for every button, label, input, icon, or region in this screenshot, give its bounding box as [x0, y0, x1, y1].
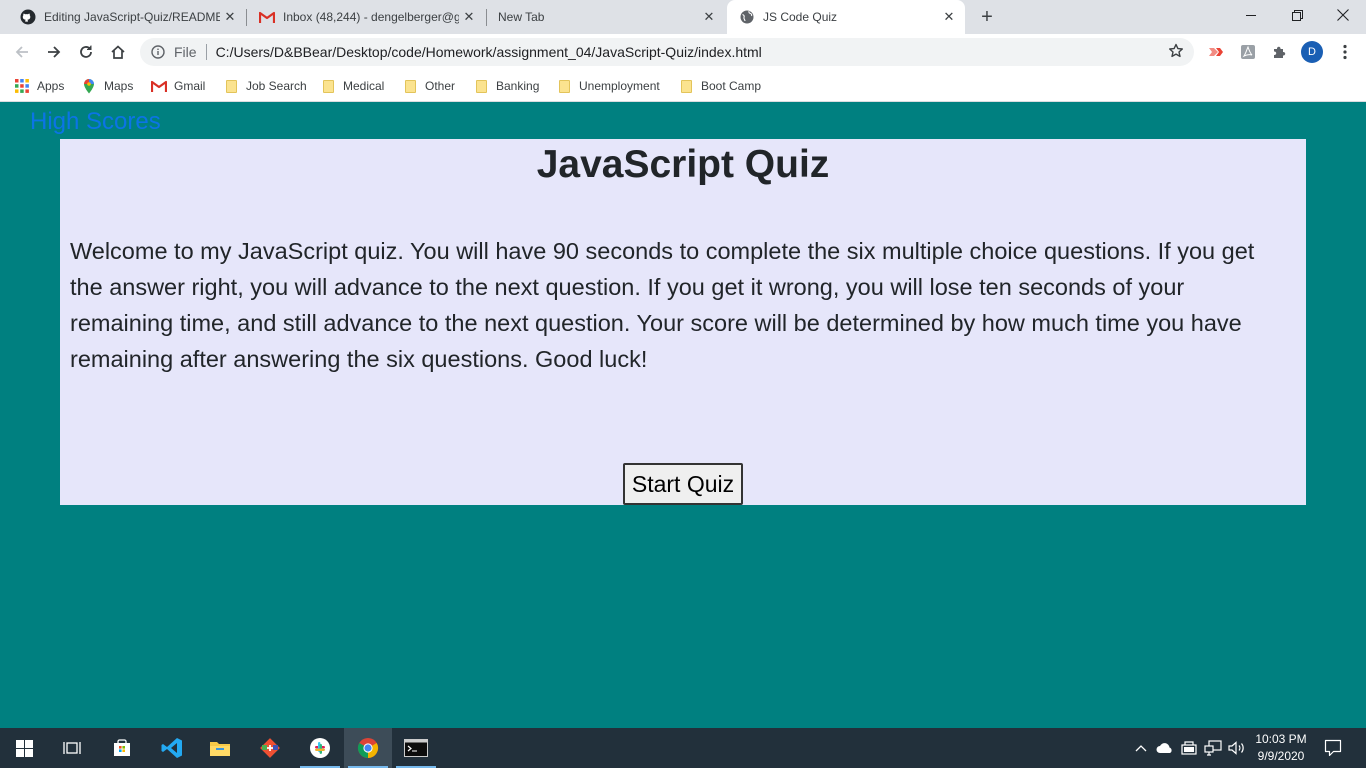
tab-title: JS Code Quiz	[763, 10, 838, 24]
close-tab-icon[interactable]: ✕	[220, 7, 240, 27]
omnibox-divider	[205, 44, 207, 60]
bookmark-label: Job Search	[246, 79, 307, 93]
tab-title: New Tab	[498, 10, 545, 24]
back-button[interactable]	[8, 38, 36, 66]
home-button[interactable]	[104, 38, 132, 66]
taskbar-file-explorer-app[interactable]	[196, 728, 244, 768]
bookmark-label: Unemployment	[579, 79, 660, 93]
gmail-icon	[259, 9, 275, 25]
bookmark-label: Apps	[37, 79, 65, 93]
maps-pin-icon	[81, 78, 97, 94]
folder-icon	[678, 78, 694, 94]
clock-time: 10:03 PM	[1255, 732, 1307, 746]
windows-taskbar: 10:03 PM 9/9/2020	[0, 728, 1366, 768]
onedrive-cloud-icon[interactable]	[1155, 738, 1175, 758]
git-icon	[260, 738, 280, 758]
url-scheme-label: File	[174, 44, 197, 60]
bookmark-folder-medical[interactable]: Medical	[320, 76, 384, 96]
forward-button[interactable]	[40, 38, 68, 66]
browser-toolbar: File C:/Users/D&BBear/Desktop/code/Homew…	[0, 34, 1366, 70]
action-center-notification-icon[interactable]	[1323, 738, 1343, 758]
close-window-button[interactable]	[1320, 0, 1366, 30]
folder-icon	[473, 78, 489, 94]
bookmark-gmail[interactable]: Gmail	[151, 76, 205, 96]
show-hidden-icons-chevron-icon[interactable]	[1131, 738, 1151, 758]
apps-grid-icon	[14, 78, 30, 94]
site-info-icon[interactable]	[150, 44, 166, 60]
restore-window-button[interactable]	[1274, 0, 1320, 30]
folder-icon	[556, 78, 572, 94]
task-view-icon	[63, 742, 81, 754]
slack-icon	[310, 738, 330, 758]
vscode-icon	[161, 738, 182, 758]
tab-github-readme[interactable]: Editing JavaScript-Quiz/README ✕	[8, 0, 246, 34]
close-tab-icon[interactable]: ✕	[459, 7, 479, 27]
high-scores-link[interactable]: High Scores	[30, 108, 161, 136]
taskbar-vscode-app[interactable]	[148, 728, 196, 768]
reload-button[interactable]	[72, 38, 100, 66]
profile-avatar[interactable]: D	[1301, 41, 1323, 63]
tab-title: Editing JavaScript-Quiz/README	[44, 10, 220, 24]
minimize-window-button[interactable]	[1228, 0, 1274, 30]
chrome-icon	[357, 738, 379, 759]
extensions-puzzle-icon[interactable]	[1270, 42, 1290, 62]
gmail-icon	[151, 78, 167, 94]
microsoft-store-icon	[114, 739, 130, 756]
taskbar-store-app[interactable]	[98, 728, 146, 768]
bookmark-folder-other[interactable]: Other	[402, 76, 455, 96]
tab-strip: Editing JavaScript-Quiz/README ✕ Inbox (…	[0, 0, 1366, 34]
volume-speaker-icon[interactable]	[1227, 738, 1247, 758]
bookmark-star-icon[interactable]	[1168, 43, 1184, 62]
globe-icon	[739, 9, 755, 25]
close-tab-icon[interactable]: ✕	[699, 7, 719, 27]
chrome-menu-icon[interactable]	[1335, 42, 1355, 62]
bookmark-label: Other	[425, 79, 456, 93]
clock-date: 9/9/2020	[1257, 749, 1305, 763]
folder-icon	[320, 78, 336, 94]
bookmark-folder-job-search[interactable]: Job Search	[223, 76, 307, 96]
tab-title: Inbox (48,244) - dengelberger@g	[283, 10, 459, 24]
quiz-container: JavaScript Quiz Welcome to my JavaScript…	[60, 139, 1306, 505]
taskbar-git-app[interactable]	[246, 728, 294, 768]
taskbar-terminal-app[interactable]	[392, 728, 440, 768]
bookmark-folder-unemployment[interactable]: Unemployment	[556, 76, 660, 96]
new-tab-button[interactable]: +	[976, 6, 998, 28]
task-view-button[interactable]	[48, 728, 96, 768]
bookmark-folder-banking[interactable]: Banking	[473, 76, 539, 96]
extension-share-icon[interactable]	[1205, 42, 1225, 62]
close-tab-icon[interactable]: ✕	[939, 7, 959, 27]
bookmark-maps[interactable]: Maps	[81, 76, 133, 96]
windows-logo-icon	[15, 739, 33, 757]
terminal-icon	[404, 739, 428, 757]
bookmark-label: Medical	[343, 79, 385, 93]
start-quiz-button[interactable]: Start Quiz	[623, 463, 743, 505]
tab-js-code-quiz[interactable]: JS Code Quiz ✕	[727, 0, 965, 34]
taskbar-slack-app[interactable]	[296, 728, 344, 768]
battery-power-icon[interactable]	[1179, 738, 1199, 758]
bookmark-folder-boot-camp[interactable]: Boot Camp	[678, 76, 761, 96]
taskbar-clock[interactable]: 10:03 PM 9/9/2020	[1250, 731, 1312, 765]
quiz-instructions: Welcome to my JavaScript quiz. You will …	[70, 238, 1255, 372]
quiz-title: JavaScript Quiz	[536, 143, 830, 186]
taskbar-chrome-app[interactable]	[344, 728, 392, 768]
start-button[interactable]	[0, 728, 48, 768]
address-bar[interactable]: File C:/Users/D&BBear/Desktop/code/Homew…	[140, 38, 1194, 66]
bookmark-apps[interactable]: Apps	[14, 76, 64, 96]
tab-new-tab[interactable]: New Tab ✕	[487, 0, 725, 34]
bookmark-label: Banking	[496, 79, 540, 93]
url-text: C:/Users/D&BBear/Desktop/code/Homework/a…	[215, 44, 762, 60]
bookmark-label: Gmail	[174, 79, 206, 93]
folder-icon	[223, 78, 239, 94]
network-icon[interactable]	[1203, 738, 1223, 758]
bookmarks-bar: Apps Maps Gmail Job Search Medical Other…	[0, 70, 1366, 102]
bookmark-label: Maps	[104, 79, 134, 93]
tab-gmail-inbox[interactable]: Inbox (48,244) - dengelberger@g ✕	[247, 0, 485, 34]
page-viewport: High Scores JavaScript Quiz Welcome to m…	[0, 103, 1366, 728]
folder-icon	[402, 78, 418, 94]
bookmark-label: Boot Camp	[701, 79, 762, 93]
github-icon	[20, 9, 36, 25]
extension-pdf-icon[interactable]	[1238, 42, 1258, 62]
file-explorer-icon	[210, 742, 230, 756]
